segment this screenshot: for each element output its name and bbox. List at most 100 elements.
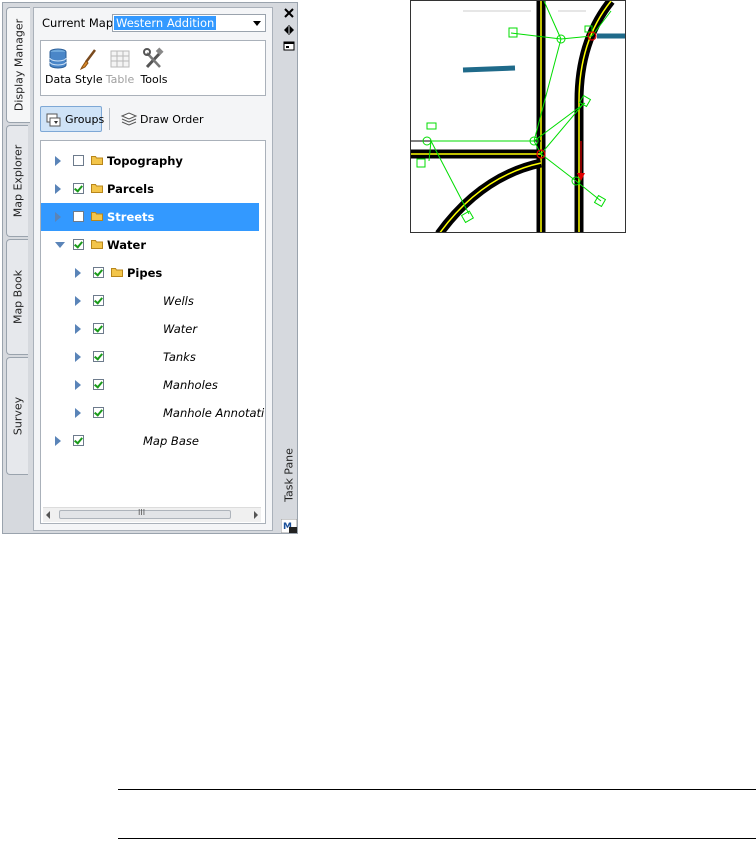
tree-row[interactable]: Parcels	[41, 175, 259, 203]
tools-icon	[143, 47, 165, 71]
map-view[interactable]	[410, 0, 626, 233]
tree-row-label: Topography	[107, 154, 183, 168]
tab-map-book[interactable]: Map Book	[6, 239, 28, 355]
tools-label: Tools	[140, 73, 168, 86]
auto-hide-icon[interactable]	[283, 25, 295, 35]
tree-row[interactable]: Water	[41, 231, 259, 259]
groups-label: Groups	[65, 113, 105, 126]
current-map-label: Current Map:	[42, 16, 117, 30]
layer-visibility-checkbox[interactable]	[93, 323, 104, 334]
tree-row-label: Water	[163, 322, 198, 336]
layer-visibility-checkbox[interactable]	[73, 183, 84, 194]
layer-visibility-checkbox[interactable]	[73, 435, 84, 446]
tree-row[interactable]: Pipes	[41, 259, 259, 287]
roads	[411, 1, 615, 232]
divider	[118, 838, 756, 839]
tree-row[interactable]: Tanks	[41, 343, 259, 371]
table-button[interactable]: Table	[105, 47, 135, 86]
expand-icon[interactable]	[55, 156, 61, 166]
tree-row[interactable]: Map Base	[41, 427, 259, 455]
toolbar: Data Style Table Tools	[40, 40, 266, 96]
layer-visibility-checkbox[interactable]	[73, 239, 84, 250]
current-map-dropdown[interactable]: Western Addition	[112, 14, 266, 32]
layer-visibility-checkbox[interactable]	[73, 211, 84, 222]
expand-icon[interactable]	[75, 296, 81, 306]
expand-icon[interactable]	[55, 212, 61, 222]
layer-visibility-checkbox[interactable]	[93, 379, 104, 390]
data-icon	[47, 47, 69, 71]
draw-order-icon	[120, 112, 138, 126]
water-line	[462, 65, 516, 73]
tools-button[interactable]: Tools	[139, 47, 169, 86]
layer-visibility-checkbox[interactable]	[93, 267, 104, 278]
draw-order-label: Draw Order	[140, 113, 204, 126]
layer-tree: Topography Parcels Streets Water Pipes Wells W…	[40, 140, 266, 524]
expand-icon[interactable]	[75, 324, 81, 334]
tree-row-label: Pipes	[127, 266, 163, 280]
layer-visibility-checkbox[interactable]	[93, 295, 104, 306]
tab-display-manager[interactable]: Display Manager	[6, 7, 30, 123]
tab-survey-label: Survey	[11, 396, 24, 436]
tree-row[interactable]: Water	[41, 315, 259, 343]
draw-order-button[interactable]: Draw Order	[116, 106, 214, 132]
folder-icon	[91, 212, 103, 221]
divider	[109, 108, 110, 130]
tab-map-book-label: Map Book	[11, 269, 24, 325]
groups-button[interactable]: Groups	[40, 106, 105, 132]
scroll-right-icon[interactable]	[254, 511, 258, 519]
tree-row[interactable]: Topography	[41, 147, 259, 175]
data-button[interactable]: Data	[45, 47, 71, 86]
tree-row-label: Streets	[107, 210, 155, 224]
tree-row-label: Wells	[163, 294, 194, 308]
folder-icon	[91, 156, 103, 165]
expand-icon[interactable]	[75, 380, 81, 390]
expand-icon[interactable]	[55, 436, 61, 446]
layer-visibility-checkbox[interactable]	[73, 155, 84, 166]
tab-map-explorer-label: Map Explorer	[11, 144, 24, 218]
expand-icon[interactable]	[75, 408, 81, 418]
display-manager-panel: Current Map: Western Addition Data Style…	[33, 7, 273, 531]
scroll-thumb[interactable]: III	[59, 508, 231, 519]
layer-visibility-checkbox[interactable]	[93, 351, 104, 362]
folder-icon	[91, 184, 103, 193]
style-label: Style	[75, 73, 103, 86]
pane-control-strip: Task Pane M	[279, 5, 299, 533]
data-label: Data	[45, 73, 72, 86]
tree-row-label: Parcels	[107, 182, 154, 196]
tab-display-manager-label: Display Manager	[12, 18, 25, 112]
expand-icon[interactable]	[75, 268, 81, 278]
folder-icon	[91, 240, 103, 249]
task-pane-window: Display Manager Map Explorer Map Book Su…	[2, 2, 298, 534]
style-brush-icon	[77, 47, 99, 71]
horizontal-scrollbar[interactable]: III	[43, 507, 261, 522]
tab-survey[interactable]: Survey	[6, 357, 28, 475]
tree-row-label: Water	[107, 238, 147, 252]
folder-icon	[111, 268, 123, 277]
groups-icon	[46, 113, 61, 127]
tree-row[interactable]: Wells	[41, 287, 259, 315]
properties-icon[interactable]	[283, 41, 295, 51]
table-label: Table	[105, 73, 135, 86]
close-icon[interactable]	[283, 8, 295, 18]
scroll-thumb-grip: III	[138, 508, 146, 517]
tree-row[interactable]: Manholes	[41, 371, 259, 399]
expand-icon[interactable]	[55, 184, 61, 194]
current-map-value: Western Addition	[114, 16, 217, 30]
scroll-left-icon[interactable]	[46, 511, 50, 519]
chevron-down-icon	[253, 21, 261, 26]
tree-row-label: Manhole Annotati	[163, 406, 265, 420]
tree-row[interactable]: Manhole Annotati	[41, 399, 264, 427]
collapse-icon[interactable]	[55, 242, 65, 248]
tab-map-explorer[interactable]: Map Explorer	[6, 125, 28, 237]
tree-row-label: Manholes	[163, 378, 218, 392]
map-3d-icon[interactable]: M	[281, 519, 297, 533]
expand-icon[interactable]	[75, 352, 81, 362]
divider	[118, 789, 756, 790]
style-button[interactable]: Style	[75, 47, 103, 86]
tree-row-label: Map Base	[143, 434, 199, 448]
task-pane-label: Task Pane	[282, 448, 296, 502]
tree-row[interactable]: Streets	[41, 203, 259, 231]
tree-row-label: Tanks	[163, 350, 196, 364]
table-icon	[109, 47, 131, 71]
layer-visibility-checkbox[interactable]	[93, 407, 104, 418]
